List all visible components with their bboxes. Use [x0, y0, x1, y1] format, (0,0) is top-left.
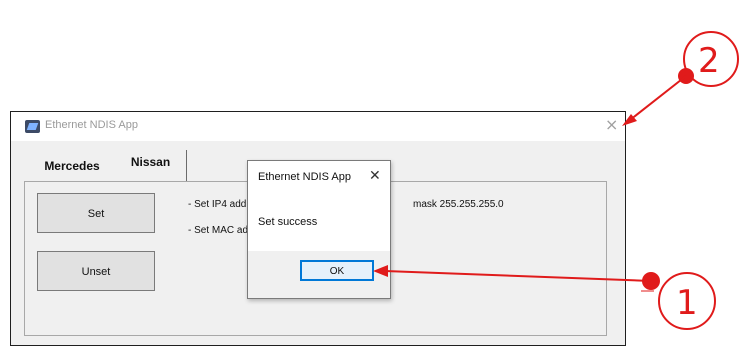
annotation-overlay: 2 1 [373, 31, 739, 330]
callout-1-number: 1 [676, 283, 698, 323]
callout-2-number: 2 [698, 41, 720, 81]
callout-1-line [384, 270, 652, 282]
callout-2-line [629, 75, 687, 121]
callout-1-arrowhead [373, 265, 388, 277]
